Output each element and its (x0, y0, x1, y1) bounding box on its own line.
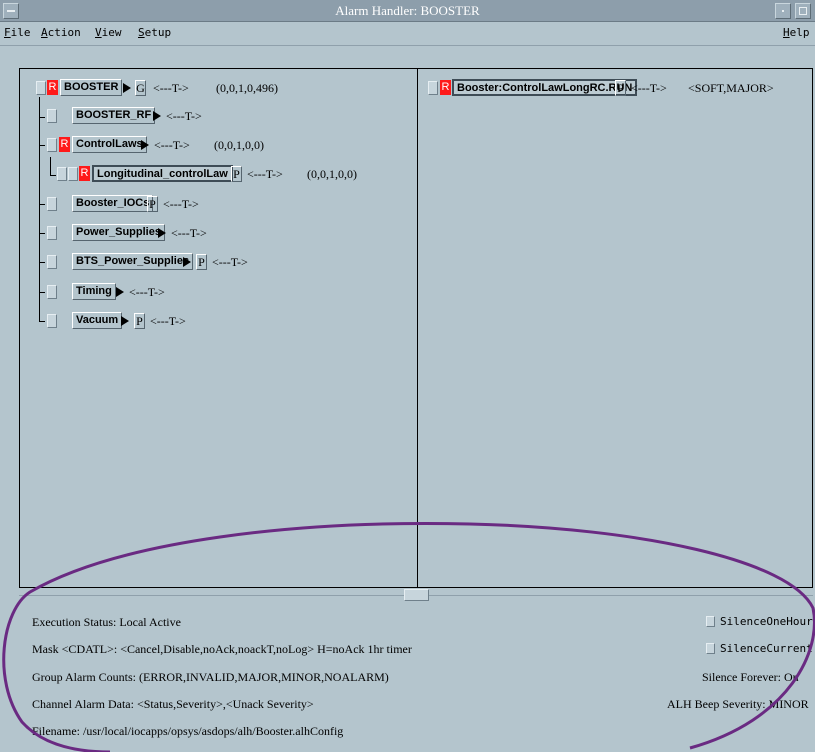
menu-action-label: ction (47, 26, 81, 39)
silence-current-toggle[interactable]: SilenceCurrent (706, 642, 813, 655)
resize-sash[interactable] (404, 589, 429, 601)
tree-row-booster[interactable]: R BOOSTER G <---T-> (0,0,1,0,496) (20, 79, 419, 99)
group-alarm-counts-legend: Group Alarm Counts: (ERROR,INVALID,MAJOR… (32, 670, 389, 684)
minimize-icon[interactable] (775, 3, 791, 19)
menu-view[interactable]: View (95, 26, 122, 39)
alarm-flag: R (440, 80, 451, 95)
menu-help-mnemonic: H (783, 26, 790, 39)
expand-arrow-icon[interactable] (141, 140, 149, 150)
alarm-flag: R (59, 137, 70, 152)
alarm-flag: R (47, 80, 58, 95)
menu-setup-label: etup (144, 26, 172, 39)
silence-one-hour-label: SilenceOneHour (720, 615, 813, 628)
alarm-counts: (0,0,1,0,0) (307, 167, 357, 181)
group-name-button[interactable]: Booster_IOCs (72, 195, 154, 212)
timer-label: <---T-> (631, 81, 667, 95)
tree-row-timing[interactable]: Timing <---T-> (20, 283, 419, 303)
maximize-icon[interactable] (795, 3, 811, 19)
menu-action-mnemonic: A (41, 26, 48, 39)
process-button[interactable]: P (147, 196, 158, 212)
expand-arrow-icon[interactable] (123, 83, 131, 93)
alarm-handler-window: Alarm Handler: BOOSTER File Action View … (0, 0, 815, 752)
group-name-button[interactable]: BOOSTER_RF (72, 107, 156, 124)
group-name-button[interactable]: Vacuum (72, 312, 123, 329)
tree-row-power-supplies[interactable]: Power_Supplies <---T-> (20, 224, 419, 244)
mask-legend: Mask <CDATL>: <Cancel,Disable,noAck,noac… (32, 642, 412, 656)
title-bar: Alarm Handler: BOOSTER (0, 0, 815, 22)
window-title: Alarm Handler: BOOSTER (335, 3, 480, 18)
timer-label: <---T-> (129, 285, 165, 299)
channel-list-pane[interactable]: R Booster:ControlLawLongRC.RUN P <---T->… (417, 68, 813, 588)
expand-arrow-icon[interactable] (116, 287, 124, 297)
ack-button[interactable] (36, 81, 46, 95)
ack-button[interactable] (47, 285, 57, 299)
timer-label: <---T-> (150, 314, 186, 328)
menu-file[interactable]: File (4, 26, 31, 39)
ack-transient-button[interactable] (68, 167, 78, 181)
group-name-button[interactable]: Timing (72, 283, 116, 300)
execution-status: Execution Status: Local Active (32, 615, 181, 629)
alarm-counts: (0,0,1,0,0) (214, 138, 264, 152)
group-name-button[interactable]: Longitudinal_controlLaw (92, 165, 233, 182)
menu-action[interactable]: Action (41, 26, 81, 39)
ack-button[interactable] (47, 255, 57, 269)
channel-row[interactable]: R Booster:ControlLawLongRC.RUN P <---T->… (418, 79, 814, 99)
tree-row-vacuum[interactable]: Vacuum P <---T-> (20, 312, 419, 332)
alarm-flag: R (79, 166, 90, 181)
silence-one-hour-toggle[interactable]: SilenceOneHour (706, 615, 813, 628)
guidance-button[interactable]: G (135, 80, 146, 96)
alarm-counts: (0,0,1,0,496) (216, 81, 278, 95)
menu-setup-mnemonic: S (138, 26, 145, 39)
ack-button[interactable] (57, 167, 67, 181)
ack-button[interactable] (47, 138, 57, 152)
menu-file-mnemonic: F (4, 26, 11, 39)
process-button[interactable]: P (231, 166, 242, 182)
ack-button[interactable] (47, 109, 57, 123)
toggle-box (706, 616, 715, 627)
expand-arrow-icon[interactable] (153, 111, 161, 121)
timer-label: <---T-> (154, 138, 190, 152)
group-name-button[interactable]: BTS_Power_Supplies (72, 253, 194, 270)
group-name-button[interactable]: ControlLaws (72, 136, 147, 153)
group-name-button[interactable]: Power_Supplies (72, 224, 165, 241)
silence-current-label: SilenceCurrent (720, 642, 813, 655)
config-filename: Filename: /usr/local/iocapps/opsys/asdop… (32, 724, 344, 738)
timer-label: <---T-> (163, 197, 199, 211)
process-button[interactable]: P (134, 313, 145, 329)
timer-label: <---T-> (153, 81, 189, 95)
severity-label: <SOFT,MAJOR> (688, 81, 774, 95)
channel-alarm-data-legend: Channel Alarm Data: <Status,Severity>,<U… (32, 697, 314, 711)
tree-row-control-laws[interactable]: R ControlLaws <---T-> (0,0,1,0,0) (20, 136, 419, 156)
menu-help[interactable]: Help (783, 26, 810, 39)
ack-button[interactable] (47, 314, 57, 328)
tree-row-booster-iocs[interactable]: Booster_IOCs P <---T-> (20, 195, 419, 215)
ack-button[interactable] (47, 226, 57, 240)
menu-bar: File Action View Setup Help (0, 22, 815, 46)
channel-name-button[interactable]: Booster:ControlLawLongRC.RUN (452, 79, 638, 96)
group-tree-pane[interactable]: R BOOSTER G <---T-> (0,0,1,0,496) BOOSTE… (19, 68, 418, 588)
expand-arrow-icon[interactable] (158, 228, 166, 238)
tree-row-longitudinal-control-law[interactable]: R Longitudinal_controlLaw P <---T-> (0,0… (20, 165, 419, 185)
expand-arrow-icon[interactable] (121, 316, 129, 326)
menu-view-mnemonic: V (95, 26, 102, 39)
tree-row-bts-power-supplies[interactable]: BTS_Power_Supplies P <---T-> (20, 253, 419, 273)
group-name-button[interactable]: BOOSTER (60, 79, 123, 96)
menu-view-label: iew (101, 26, 122, 39)
silence-forever-status[interactable]: Silence Forever: On (702, 670, 799, 685)
process-button[interactable]: P (196, 254, 207, 270)
timer-label: <---T-> (247, 167, 283, 181)
timer-label: <---T-> (171, 226, 207, 240)
tree-row-booster-rf[interactable]: BOOSTER_RF <---T-> (20, 107, 419, 127)
process-button[interactable]: P (615, 80, 626, 96)
beep-severity-status[interactable]: ALH Beep Severity: MINOR (667, 697, 809, 712)
toggle-box (706, 643, 715, 654)
timer-label: <---T-> (212, 255, 248, 269)
timer-label: <---T-> (166, 109, 202, 123)
ack-button[interactable] (428, 81, 438, 95)
expand-arrow-icon[interactable] (183, 257, 191, 267)
ack-button[interactable] (47, 197, 57, 211)
menu-setup[interactable]: Setup (138, 26, 171, 39)
menu-help-label: elp (789, 26, 810, 39)
menu-file-label: ile (10, 26, 31, 39)
